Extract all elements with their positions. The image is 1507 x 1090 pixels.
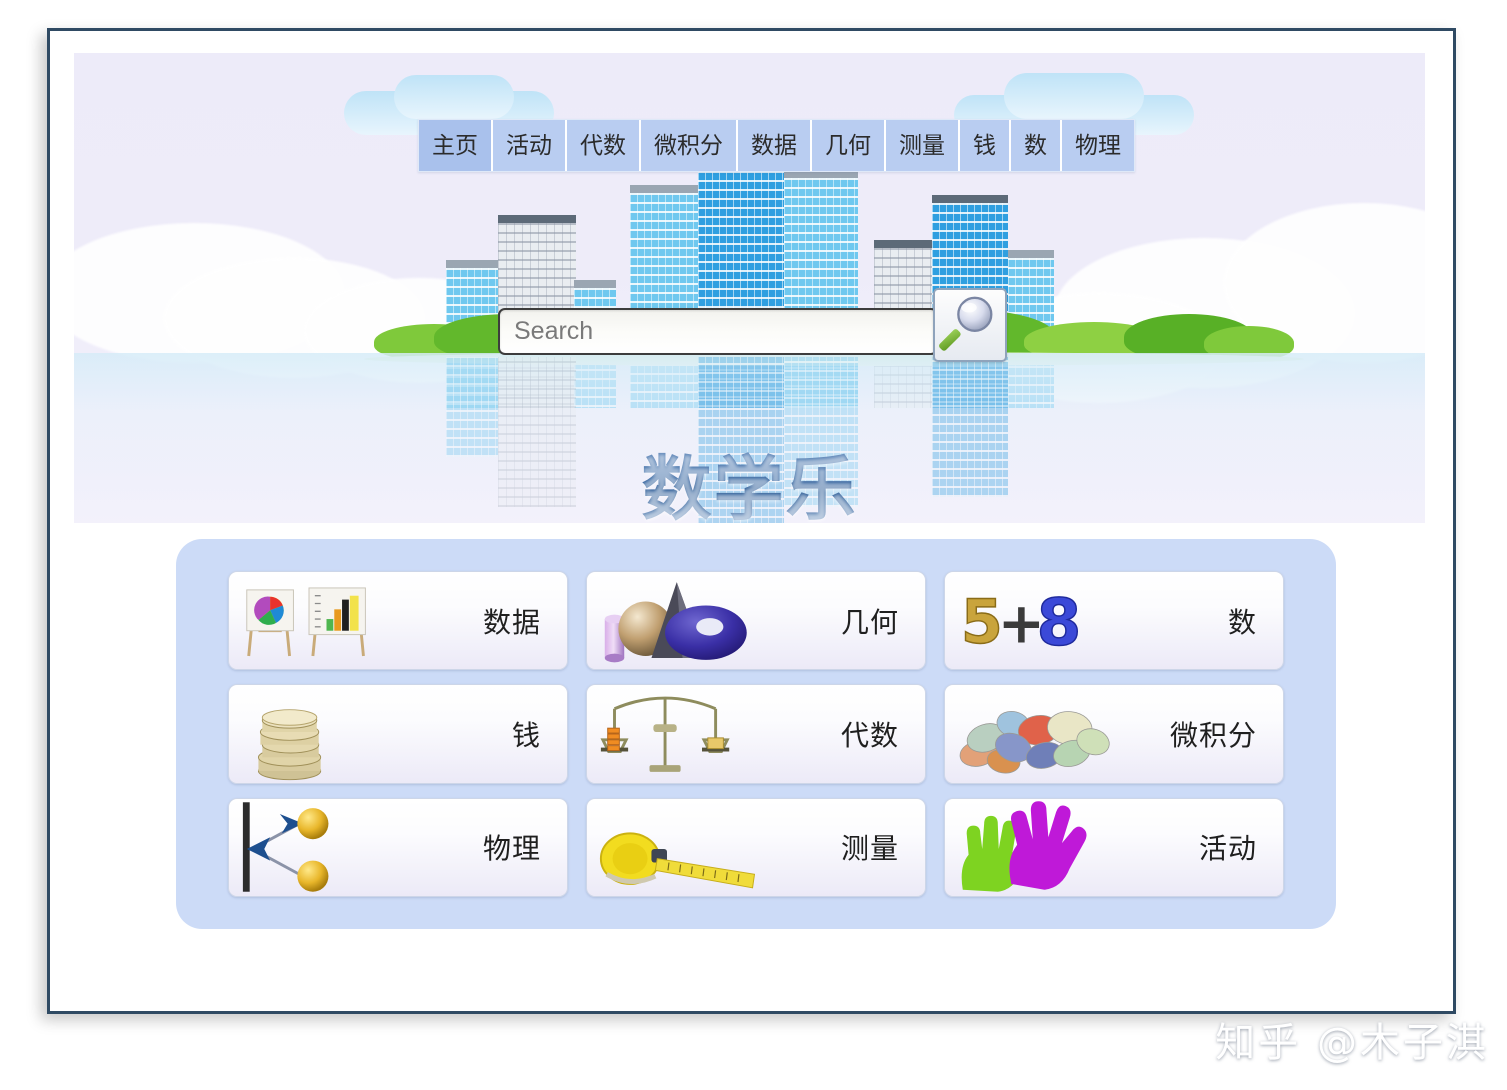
nav-item-label: 活动: [506, 132, 552, 158]
card-label: 活动: [1198, 833, 1257, 865]
chart-easels-icon: [246, 587, 366, 656]
nav-physics[interactable]: 物理: [1062, 120, 1134, 171]
solid-shapes-icon: [597, 572, 772, 669]
cloud-decoration: [1004, 73, 1144, 119]
card-activities[interactable]: 活动: [944, 797, 1284, 897]
card-label: 钱: [511, 719, 541, 751]
nav-geometry[interactable]: 几何: [812, 120, 886, 171]
coin-stack-icon: [239, 685, 414, 782]
card-label: 数: [1227, 606, 1257, 638]
card-algebra[interactable]: 代数: [586, 684, 926, 784]
search-input[interactable]: [498, 308, 938, 355]
nav-money[interactable]: 钱: [960, 120, 1011, 171]
nav-item-label: 主页: [432, 132, 478, 158]
nav-algebra[interactable]: 代数: [567, 120, 641, 171]
nav-home[interactable]: 主页: [419, 120, 493, 171]
nav-item-label: 数: [1024, 132, 1047, 158]
card-label: 测量: [840, 833, 899, 865]
card-label: 物理: [482, 833, 541, 865]
search-button[interactable]: [933, 288, 1007, 362]
card-numbers[interactable]: 5 + 8 数: [944, 571, 1284, 671]
nav-item-label: 数据: [751, 132, 797, 158]
card-label: 代数: [840, 719, 899, 751]
card-physics[interactable]: 物理: [228, 797, 568, 897]
nav-item-label: 钱: [973, 132, 996, 158]
site-banner: 主页 活动 代数 微积分 数据 几何 测量 钱 数 物理 Search 数学乐: [74, 53, 1425, 523]
card-label: 几何: [840, 606, 899, 638]
card-measurement[interactable]: 测量: [586, 797, 926, 897]
coin-stack-icon: [257, 709, 322, 781]
nav-measurement[interactable]: 测量: [886, 120, 960, 171]
five-plus-eight-icon: 5 + 8: [960, 584, 1082, 660]
magnifier-icon: [939, 296, 993, 351]
nav-item-label: 代数: [580, 132, 626, 158]
balance-scale-icon: [597, 685, 772, 782]
tape-measure-icon: [599, 832, 756, 889]
browser-frame: 主页 活动 代数 微积分 数据 几何 测量钱数物理 Search 数学乐 数据 …: [47, 28, 1456, 1014]
subject-grid: 数据 几何 5 + 8 数 钱 代数 微积分 物理 测量 活动: [228, 571, 1284, 897]
pebbles-icon: [955, 685, 1130, 782]
nav-calculus[interactable]: 微积分: [641, 120, 738, 171]
balance-scale-icon: [600, 696, 730, 772]
nav-activities[interactable]: 活动: [493, 120, 567, 171]
watermark: 知乎 @木子淇: [1215, 1020, 1489, 1066]
nav-item-label: 微积分: [654, 132, 723, 158]
card-label: 数据: [482, 606, 541, 638]
card-data[interactable]: 数据: [228, 571, 568, 671]
card-calculus[interactable]: 微积分: [944, 684, 1284, 784]
five-plus-eight-icon: 5 + 8: [955, 572, 1130, 669]
cloud-decoration: [394, 75, 514, 119]
bouncing-balls-icon: [239, 799, 414, 896]
nav-numbers[interactable]: 数: [1011, 120, 1062, 171]
card-money[interactable]: 钱: [228, 684, 568, 784]
page-title: 数学乐: [74, 433, 1425, 523]
svg-text:5: 5: [961, 587, 1003, 657]
card-geometry[interactable]: 几何: [586, 571, 926, 671]
search-area[interactable]: [498, 288, 1007, 362]
chart-easels-icon: [239, 572, 414, 669]
pebbles-icon: [959, 710, 1110, 774]
subject-panel: 数据 几何 5 + 8 数 钱 代数 微积分 物理 测量 活动: [176, 539, 1336, 929]
card-label: 微积分: [1169, 719, 1257, 751]
main-navigation[interactable]: 主页 活动 代数 微积分 数据 几何 测量 钱 数 物理: [418, 119, 1135, 172]
nav-item-label: 测量: [899, 132, 945, 158]
nav-item-label: 物理: [1075, 132, 1121, 158]
bouncing-balls-icon: [242, 802, 329, 893]
handprints-icon: [955, 799, 1130, 896]
svg-text:8: 8: [1037, 585, 1082, 660]
handprints-icon: [961, 801, 1087, 893]
nav-data[interactable]: 数据: [738, 120, 812, 171]
tape-measure-icon: [597, 799, 772, 896]
nav-item-label: 几何: [825, 132, 871, 158]
solid-shapes-icon: [604, 581, 747, 662]
